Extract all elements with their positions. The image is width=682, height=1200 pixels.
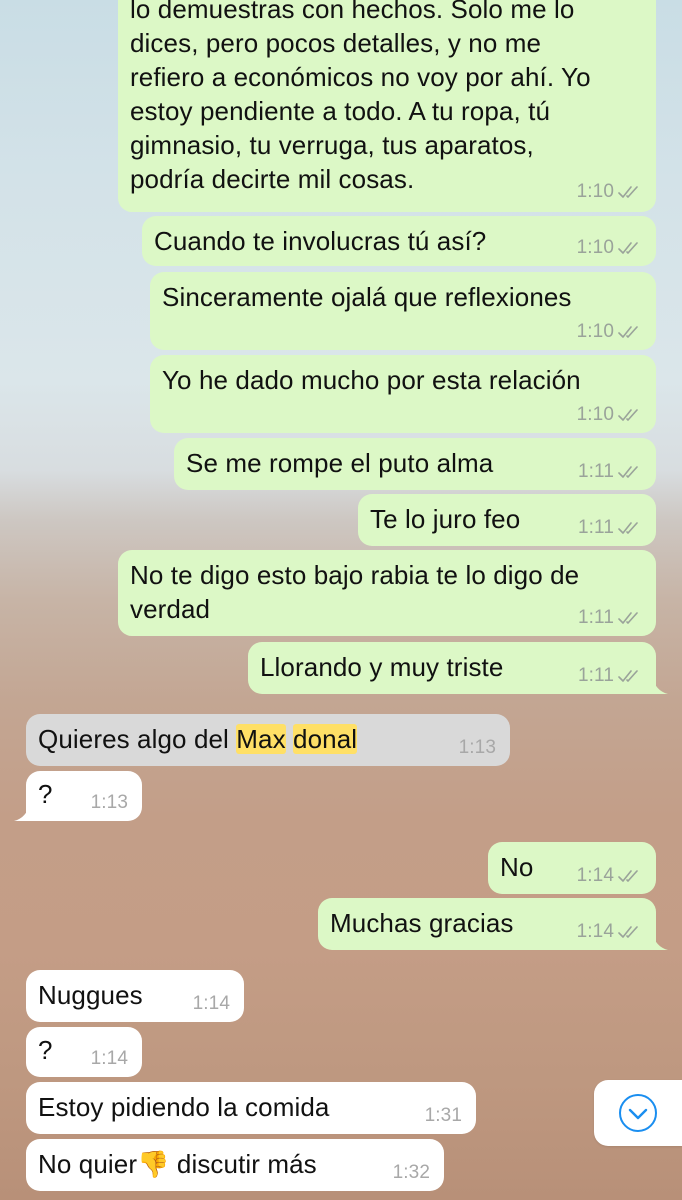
message-meta: 1:11 bbox=[578, 518, 642, 538]
message-meta: 1:11 bbox=[578, 462, 642, 482]
message-text-line: estoy pendiente a todo. A tu ropa, tú bbox=[130, 96, 551, 126]
message-text: Llorando y muy triste bbox=[260, 652, 504, 682]
message-meta: 1:32 bbox=[393, 1163, 430, 1183]
message-text-line: dices, pero pocos detalles, y no me bbox=[130, 28, 542, 58]
bubble-tail bbox=[652, 676, 668, 694]
message-time: 1:10 bbox=[576, 181, 614, 202]
message-text-line: gimnasio, tu verruga, tus aparatos, bbox=[130, 130, 534, 160]
message-time: 1:11 bbox=[578, 665, 614, 686]
message-text: No quier👎 discutir más bbox=[38, 1149, 317, 1180]
double-check-icon bbox=[618, 465, 642, 479]
message-outgoing[interactable]: Muchas gracias 1:14 bbox=[318, 898, 668, 950]
message-outgoing[interactable]: Yo he dado mucho por esta relación 1:10 bbox=[150, 355, 656, 433]
message-meta: 1:14 bbox=[577, 866, 642, 886]
double-check-icon bbox=[618, 669, 642, 683]
message-text: ? bbox=[38, 1035, 53, 1065]
message-outgoing[interactable]: lo demuestras con hechos. Solo me lo dic… bbox=[118, 0, 656, 212]
double-check-icon bbox=[618, 185, 642, 199]
message-meta: 1:14 bbox=[91, 1049, 128, 1069]
message-time: 1:13 bbox=[90, 792, 128, 813]
message-incoming[interactable]: ? 1:14 bbox=[26, 1027, 142, 1077]
search-highlight: donal bbox=[293, 724, 358, 754]
message-time: 1:10 bbox=[576, 321, 614, 342]
message-meta: 1:31 bbox=[425, 1106, 462, 1126]
message-incoming[interactable]: Nuggues 1:14 bbox=[26, 970, 244, 1022]
message-outgoing[interactable]: Te lo juro feo 1:11 bbox=[358, 494, 656, 546]
message-outgoing[interactable]: Llorando y muy triste 1:11 bbox=[248, 642, 668, 694]
message-time: 1:14 bbox=[192, 993, 230, 1014]
message-incoming[interactable]: Quieres algo del Max donal 1:13 bbox=[26, 714, 510, 766]
message-meta: 1:10 bbox=[577, 405, 642, 425]
message-incoming[interactable]: Estoy pidiendo la comida 1:31 bbox=[26, 1082, 476, 1134]
chat-area[interactable]: lo demuestras con hechos. Solo me lo dic… bbox=[0, 0, 682, 1200]
message-text: Cuando te involucras tú así? bbox=[154, 226, 487, 256]
message-text-line: verdad bbox=[130, 594, 211, 624]
message-outgoing[interactable]: Sinceramente ojalá que reflexiones 1:10 bbox=[150, 272, 656, 350]
message-time: 1:14 bbox=[90, 1048, 128, 1069]
search-highlight: Max bbox=[236, 724, 286, 754]
message-time: 1:31 bbox=[424, 1105, 462, 1126]
message-text: ? bbox=[38, 779, 53, 809]
message-time: 1:11 bbox=[578, 461, 614, 482]
message-text: Te lo juro feo bbox=[370, 504, 521, 534]
message-text: Se me rompe el puto alma bbox=[186, 448, 494, 478]
message-time: 1:11 bbox=[578, 607, 614, 628]
message-text-line: refiero a económicos no voy por ahí. Yo bbox=[130, 62, 591, 92]
message-meta: 1:10 bbox=[577, 322, 642, 342]
double-check-icon bbox=[618, 925, 642, 939]
message-text: No bbox=[500, 852, 534, 882]
message-outgoing[interactable]: No 1:14 bbox=[488, 842, 656, 894]
message-text-line: lo demuestras con hechos. Solo me lo bbox=[130, 0, 575, 24]
message-meta: 1:13 bbox=[91, 793, 128, 813]
message-outgoing[interactable]: Cuando te involucras tú así? 1:10 bbox=[142, 216, 656, 266]
message-meta: 1:11 bbox=[578, 608, 642, 628]
message-time: 1:10 bbox=[576, 404, 614, 425]
message-text: Quieres algo del Max donal bbox=[38, 724, 358, 754]
message-time: 1:10 bbox=[576, 237, 614, 258]
message-meta: 1:13 bbox=[459, 738, 496, 758]
message-text: Sinceramente ojalá que reflexiones bbox=[162, 282, 572, 312]
message-outgoing[interactable]: Se me rompe el puto alma 1:11 bbox=[174, 438, 656, 490]
thumbs-down-emoji: 👎 bbox=[137, 1150, 170, 1180]
bubble-tail bbox=[652, 932, 668, 950]
double-check-icon bbox=[618, 325, 642, 339]
message-text: Yo he dado mucho por esta relación bbox=[162, 365, 581, 395]
message-outgoing[interactable]: No te digo esto bajo rabia te lo digo de… bbox=[118, 550, 656, 636]
message-time: 1:11 bbox=[578, 517, 614, 538]
message-meta: 1:10 bbox=[577, 238, 642, 258]
message-text: Estoy pidiendo la comida bbox=[38, 1092, 330, 1122]
double-check-icon bbox=[618, 241, 642, 255]
message-time: 1:14 bbox=[576, 921, 614, 942]
message-meta: 1:14 bbox=[193, 994, 230, 1014]
double-check-icon bbox=[618, 521, 642, 535]
message-time: 1:13 bbox=[458, 737, 496, 758]
message-time: 1:32 bbox=[392, 1162, 430, 1183]
chevron-down-circle-icon bbox=[619, 1094, 657, 1132]
bubble-tail bbox=[14, 803, 30, 821]
message-text: Muchas gracias bbox=[330, 908, 514, 938]
message-time: 1:14 bbox=[576, 865, 614, 886]
message-meta: 1:10 bbox=[577, 182, 642, 202]
message-text: Nuggues bbox=[38, 980, 143, 1010]
message-incoming[interactable]: ? 1:13 bbox=[14, 771, 142, 821]
message-meta: 1:11 bbox=[578, 666, 642, 686]
message-meta: 1:14 bbox=[577, 922, 642, 942]
message-incoming[interactable]: No quier👎 discutir más 1:32 bbox=[26, 1139, 444, 1191]
double-check-icon bbox=[618, 408, 642, 422]
double-check-icon bbox=[618, 869, 642, 883]
double-check-icon bbox=[618, 611, 642, 625]
message-text-line: No te digo esto bajo rabia te lo digo de bbox=[130, 560, 580, 590]
message-text-line: podría decirte mil cosas. bbox=[130, 164, 415, 194]
scroll-to-bottom-button[interactable] bbox=[594, 1080, 682, 1146]
